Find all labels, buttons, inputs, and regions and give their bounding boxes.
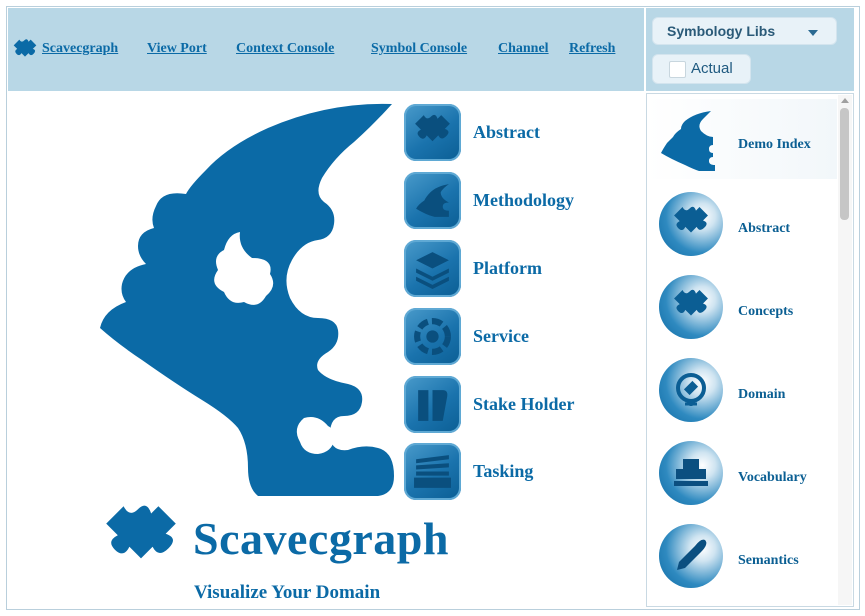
scrollbar-thumb[interactable]: [840, 108, 849, 220]
scroll-up-arrow-icon[interactable]: [841, 98, 849, 103]
scavecgraph-head-logo: [100, 103, 394, 496]
menu-item-service[interactable]: Service: [404, 308, 604, 366]
puzzle-icon[interactable]: [12, 38, 38, 64]
sidebar-item-semantics[interactable]: Semantics: [647, 515, 837, 595]
symbol-library-list[interactable]: Demo Index Abstract Concepts Domain Voca…: [646, 93, 854, 607]
nav-link-channel[interactable]: Channel: [498, 41, 549, 57]
chevron-down-icon: [808, 30, 818, 36]
stamp-icon: [659, 441, 723, 505]
pen-icon: [659, 524, 723, 588]
nav-link-scavecgraph[interactable]: Scavecgraph: [42, 41, 118, 57]
menu-item-methodology[interactable]: Methodology: [404, 172, 604, 230]
layers-icon: [404, 240, 461, 297]
menu-item-label: Tasking: [473, 461, 534, 481]
menu-item-label: Platform: [473, 258, 542, 278]
head-profile-icon: [404, 172, 461, 229]
puzzle-icon: [106, 505, 176, 559]
menu-item-abstract[interactable]: Abstract: [404, 104, 604, 162]
hero-title: Scavecgraph: [193, 513, 449, 564]
hero-tagline: Visualize Your Domain: [194, 582, 381, 603]
menu-item-label: Service: [473, 326, 529, 346]
puzzle-icon: [404, 104, 461, 161]
menu-item-label: Abstract: [473, 122, 540, 142]
menu-item-label: Stake Holder: [473, 394, 575, 414]
nav-link-symbol-console[interactable]: Symbol Console: [371, 41, 467, 57]
dropdown-label: Symbology Libs: [667, 23, 776, 39]
sidebar-item-demo-index[interactable]: Demo Index: [647, 99, 837, 179]
actual-toggle[interactable]: Actual: [652, 54, 751, 84]
gear-icon: [404, 308, 461, 365]
menu-item-tasking[interactable]: Tasking: [404, 443, 604, 501]
actual-checkbox[interactable]: [669, 61, 686, 78]
tray-icon: [404, 443, 461, 500]
puzzle-icon: [659, 192, 723, 256]
sidebar-item-domain[interactable]: Domain: [647, 349, 837, 429]
sidebar-item-concepts[interactable]: Concepts: [647, 266, 837, 346]
sidebar-item-vocabulary[interactable]: Vocabulary: [647, 432, 837, 512]
nav-link-view-port[interactable]: View Port: [147, 41, 207, 57]
menu-item-label: Methodology: [473, 190, 574, 210]
pillars-icon: [404, 376, 461, 433]
sidebar-item-label: Concepts: [738, 304, 794, 319]
puzzle-icon: [659, 275, 723, 339]
sidebar-item-label: Abstract: [738, 221, 791, 236]
sidebar-item-label: Semantics: [738, 553, 799, 568]
sidebar-item-abstract[interactable]: Abstract: [647, 183, 837, 263]
actual-label: Actual: [691, 60, 733, 77]
menu-item-platform[interactable]: Platform: [404, 240, 604, 298]
sidebar-item-label: Domain: [738, 387, 786, 402]
sidebar-item-label: Vocabulary: [738, 470, 807, 485]
nav-link-refresh[interactable]: Refresh: [569, 41, 615, 57]
globe-icon: [659, 358, 723, 422]
symbology-libs-dropdown[interactable]: Symbology Libs: [652, 17, 837, 45]
sidebar-item-label: Demo Index: [738, 137, 811, 152]
head-profile-icon: [661, 111, 715, 171]
nav-link-context-console[interactable]: Context Console: [236, 41, 334, 57]
menu-item-stake-holder[interactable]: Stake Holder: [404, 376, 604, 434]
